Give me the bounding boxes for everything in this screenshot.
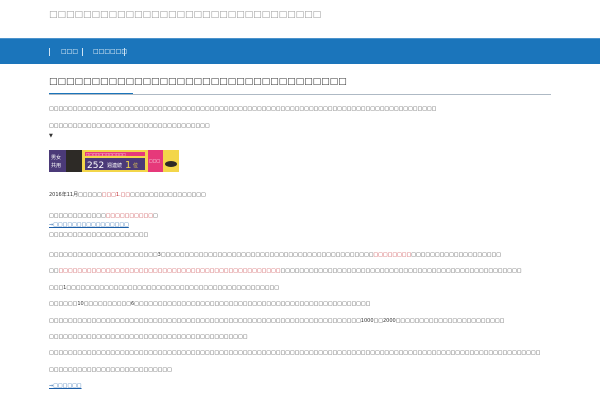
text: □□□□□□□□□□□□□□□□□□□□□□□3□□□□□□□□□□□□□□□□…	[49, 252, 374, 258]
global-nav: □□□ □□□□□□	[0, 38, 600, 64]
paragraph: □□□1□□□□□□□□□□□□□□□□□□□□□□□□□□□□□□□□□□□□…	[49, 285, 279, 291]
paragraph: □□□□□□10□□□□□□□□□□6□□□□□□□□□□□□□□□□□□□□□…	[49, 301, 371, 307]
highlight-text: □□□□□□□□□□	[105, 213, 153, 219]
paragraph: □□□□□□□□□□□□□□□□□□□□□□□	[49, 213, 158, 219]
banner-rank-count: 252	[87, 161, 104, 171]
paragraph: □□□□□□□□□□□□□□□□□□□□□□□3□□□□□□□□□□□□□□□□…	[49, 252, 501, 258]
banner-rank-first: 1	[125, 160, 131, 171]
banner-rank-suffix: 位	[133, 162, 138, 169]
ad-banner[interactable]: 男女 共用 □□□□□□□□□□□□ 252 週連続 1 位 □□□	[49, 150, 179, 172]
paragraph: □□□□□□□□□□□□□□□□□□□□□□□□□□□□□□□□□□□□□□□□…	[49, 350, 541, 356]
site-title[interactable]: □□□□□□□□□□□□□□□□□□□□□□□□□□□□□□□□	[49, 10, 349, 20]
text: □□□□□□□□□□□□□□□□□□□	[411, 252, 501, 258]
paragraph: □□□□□□□□□□□□□□□□□□□□□□□□□□	[49, 367, 172, 373]
paragraph: □□□□□□□□□□□□□□□□□□□□□□□□□□□□□□□□□□□□□□□□…	[49, 334, 248, 340]
paragraph: □□□□□□□□□□□□□□□□□□□□□	[49, 232, 149, 238]
product-icon	[165, 161, 177, 167]
banner-text-a: 男女	[51, 154, 61, 161]
article-link[interactable]: ⇒□□□□□□	[49, 383, 82, 389]
banner-text-b: 共用	[51, 162, 61, 169]
nav-item-category[interactable]: □□□□□□	[93, 48, 127, 55]
article-link[interactable]: ⇒□□□□□□□□□□□□□□□□	[49, 222, 129, 228]
down-arrow: ▼	[49, 133, 53, 139]
banner-art: 男女 共用 □□□□□□□□□□□□ 252 週連続 1 位 □□□	[49, 150, 179, 172]
nav-item-home[interactable]: □□□	[61, 48, 78, 55]
date-line-prefix: 2016年11月□□□□□	[49, 192, 102, 198]
date-line: 2016年11月□□□□□□□□1.□□□□□□□□□□□□□□□□□□	[49, 192, 206, 198]
nav-divider	[82, 48, 83, 56]
date-line-highlight: □□□1.□□	[101, 192, 131, 198]
main-content: □□□□□□□□□□□□□□□□□□□□□□□□□□□□□□□□□□□ □□□□…	[49, 76, 551, 389]
text: □□□□□□□□□□□□□□□□□□□□□□□□□□□□□□□□□□□□□□□□…	[280, 268, 522, 274]
text: □□□□□□□□□□□□	[49, 213, 106, 219]
banner-photo-block	[66, 150, 82, 172]
post-title: □□□□□□□□□□□□□□□□□□□□□□□□□□□□□□□□□□□	[49, 76, 551, 95]
intro-paragraph: □□□□□□□□□□□□□□□□□□□□□□□□□□□□□□□□□□□□□□□□…	[49, 106, 437, 112]
date-line-suffix: □□□□□□□□□□□□□□□□	[130, 192, 206, 198]
nav-divider	[124, 48, 125, 56]
paragraph: □□□□□□□□□□□□□□□□□□□□□□□□□□□□□□□□□□	[49, 123, 210, 129]
text: □	[152, 213, 158, 219]
paragraph: □□□□□□□□□□□□□□□□□□□□□□□□□□□□□□□□□□□□□□□□…	[49, 318, 505, 324]
highlight-text: □□□□□□□□	[373, 252, 412, 258]
banner-tagline: □□□□□□□□□□□□	[86, 153, 126, 157]
paragraph: □□□□□□□□□□□□□□□□□□□□□□□□□□□□□□□□□□□□□□□□…	[49, 268, 521, 274]
highlight-text: □□□□□□□□□□□□□□□□□□□□□□□□□□□□□□□□□□□□□□□□…	[58, 268, 281, 274]
banner-rank-label: 週連続	[107, 162, 122, 169]
banner-brand: □□□	[149, 158, 161, 163]
nav-divider	[49, 48, 50, 56]
